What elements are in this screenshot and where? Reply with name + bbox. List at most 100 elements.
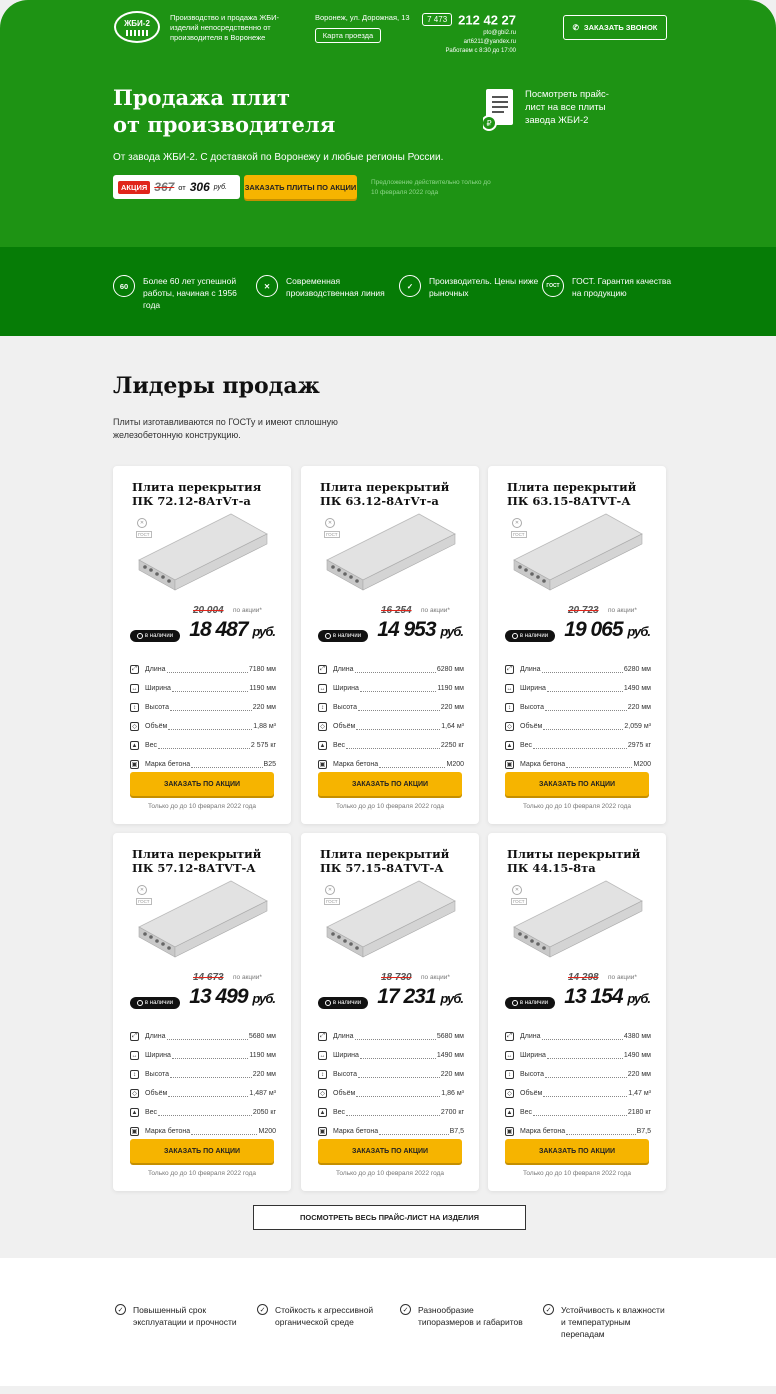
- check-circle-icon: ✓: [543, 1304, 554, 1315]
- spec-leader: [543, 724, 624, 730]
- spec-row-volume: ◇ Объём 1,86 м³: [318, 1089, 464, 1098]
- width-icon: ↔: [318, 1051, 327, 1060]
- promo-deadline-note: Только до до 10 февраля 2022 года: [522, 1170, 632, 1177]
- spec-row-height: ↕ Высота 220 мм: [505, 703, 651, 712]
- feature-text: ГОСТ. Гарантия качества на продукцию: [572, 276, 672, 298]
- product-card: Плита перекрытий ПК 63.15-8АТVТ-А ✕ ГОСТ…: [488, 466, 666, 824]
- spec-label: Марка бетона: [333, 761, 379, 768]
- order-promo-button[interactable]: ЗАКАЗАТЬ ПО АКЦИИ: [130, 772, 274, 796]
- benefit-text: Повышенный срок эксплуатации и прочности: [133, 1305, 237, 1327]
- concrete-mixer-icon: ▣: [130, 1127, 139, 1136]
- order-promo-button[interactable]: ЗАКАЗАТЬ ПО АКЦИИ: [318, 1139, 462, 1163]
- spec-label: Ширина: [333, 1052, 359, 1059]
- spec-leader: [168, 724, 253, 730]
- order-promo-button[interactable]: ЗАКАЗАТЬ ПО АКЦИИ: [130, 1139, 274, 1163]
- promo-deadline-note: Только до до 10 февраля 2022 года: [335, 803, 445, 810]
- height-icon: ↕: [505, 703, 514, 712]
- request-call-button[interactable]: ✆ ЗАКАЗАТЬ ЗВОНОК: [563, 15, 667, 40]
- order-promo-button[interactable]: ЗАКАЗАТЬ ПО АКЦИИ: [505, 772, 649, 796]
- spec-value: 220 мм: [440, 1071, 464, 1078]
- spec-label: Ширина: [145, 685, 171, 692]
- weight-icon: ▲: [318, 1108, 327, 1117]
- spec-row-concrete: ▣ Марка бетона М200: [130, 1127, 276, 1136]
- feature-text: Производитель. Цены ниже рыночных: [429, 276, 539, 298]
- weight-icon: ▲: [130, 1108, 139, 1117]
- spec-leader: [541, 1034, 623, 1040]
- height-icon: ↕: [130, 1070, 139, 1079]
- map-button[interactable]: Карта проезда: [315, 28, 381, 43]
- weight-icon: ▲: [505, 741, 514, 750]
- promo-deadline-note: Только до до 10 февраля 2022 года: [147, 1170, 257, 1177]
- phone-number[interactable]: 212 42 27: [458, 12, 516, 27]
- product-name[interactable]: Плита перекрытий ПК 63.15-8АТVТ-А: [507, 480, 657, 508]
- spec-row-volume: ◇ Объём 2,059 м³: [505, 722, 651, 731]
- length-icon: ⤢: [505, 1032, 514, 1041]
- concrete-mixer-icon: ▣: [505, 1127, 514, 1136]
- promo-badge: АКЦИЯ: [118, 180, 151, 194]
- spec-label: Высота: [333, 1071, 358, 1078]
- email-secondary[interactable]: art6211@yandex.ru: [410, 38, 516, 47]
- company-logo[interactable]: ЖБИ-2: [114, 11, 160, 43]
- spec-row-width: ↔ Ширина 1190 мм: [318, 684, 464, 693]
- contact-block: 7 473 212 42 27 pto@gbi2.ru art6211@yande…: [410, 11, 516, 56]
- promo-label: по акции*: [421, 974, 450, 981]
- spec-value: 2 575 кг: [250, 742, 276, 749]
- spec-row-length: ⤢ Длина 6280 мм: [318, 665, 464, 674]
- gost-stamp-icon: ✕: [325, 885, 335, 895]
- feature-text: Современная производственная линия: [286, 276, 385, 298]
- promo-old-price: 367: [154, 180, 175, 194]
- spec-leader: [168, 1091, 249, 1097]
- view-all-prices-button[interactable]: ПОСМОТРЕТЬ ВЕСЬ ПРАЙС-ЛИСТ НА ИЗДЕЛИЯ: [253, 1205, 526, 1230]
- spec-value: 2700 кг: [440, 1109, 464, 1116]
- spec-row-height: ↕ Высота 220 мм: [318, 703, 464, 712]
- price-list-document-icon[interactable]: ₽: [483, 88, 517, 132]
- product-name[interactable]: Плита перекрытия ПК 72.12-8АтVт-а: [132, 480, 282, 508]
- check-circle-icon: ✓: [257, 1304, 268, 1315]
- order-promo-button[interactable]: ЗАКАЗАТЬ ПО АКЦИИ: [318, 772, 462, 796]
- weight-icon: ▲: [318, 741, 327, 750]
- spec-label: Вес: [520, 742, 533, 749]
- spec-row-length: ⤢ Длина 6280 мм: [505, 665, 651, 674]
- spec-label: Объём: [520, 723, 543, 730]
- spec-label: Высота: [520, 704, 545, 711]
- cube-icon: ◇: [130, 1089, 139, 1098]
- spec-value: 2250 кг: [440, 742, 464, 749]
- spec-label: Объём: [145, 1090, 168, 1097]
- spec-value: 4380 мм: [623, 1033, 651, 1040]
- product-card: Плита перекрытий ПК 63.12-8АтVт-а ✕ ГОСТ…: [301, 466, 479, 824]
- spec-label: Ширина: [520, 685, 546, 692]
- in-stock-label: в наличии: [332, 633, 362, 639]
- product-name[interactable]: Плита перекрытий ПК 57.15-8АТVТ-А: [320, 847, 470, 875]
- product-name[interactable]: Плиты перекрытий ПК 44.15-8та: [507, 847, 657, 875]
- feature-item: 60 Более 60 лет успешной работы, начиная…: [113, 275, 253, 311]
- spec-leader: [546, 1053, 623, 1059]
- product-name[interactable]: Плита перекрытий ПК 63.12-8АтVт-а: [320, 480, 470, 508]
- spec-row-weight: ▲ Вес 2975 кг: [505, 741, 651, 750]
- promo-deadline-note: Только до до 10 февраля 2022 года: [147, 803, 257, 810]
- price-value: 18 487: [189, 618, 248, 641]
- promo-label: по акции*: [608, 607, 637, 614]
- order-promo-button[interactable]: ЗАКАЗАТЬ ПО АКЦИИ: [505, 1139, 649, 1163]
- spec-label: Вес: [333, 742, 346, 749]
- price-currency: руб.: [252, 624, 276, 639]
- weight-icon: ▲: [505, 1108, 514, 1117]
- price-list-link[interactable]: Посмотреть прайс-лист на все плиты завод…: [525, 88, 615, 127]
- spec-row-height: ↕ Высота 220 мм: [318, 1070, 464, 1079]
- order-slabs-button[interactable]: ЗАКАЗАТЬ ПЛИТЫ ПО АКЦИИ: [244, 175, 357, 199]
- email-primary[interactable]: pto@gbi2.ru: [410, 29, 516, 38]
- spec-label: Высота: [145, 704, 170, 711]
- gost-label: ГОСТ: [136, 898, 152, 905]
- spec-leader: [191, 1129, 258, 1135]
- height-icon: ↕: [505, 1070, 514, 1079]
- spec-row-volume: ◇ Объём 1,64 м³: [318, 722, 464, 731]
- spec-label: Ширина: [145, 1052, 171, 1059]
- cube-icon: ◇: [505, 1089, 514, 1098]
- promo-deadline-note: Только до до 10 февраля 2022 года: [335, 1170, 445, 1177]
- spec-row-concrete: ▣ Марка бетона В7,5: [505, 1127, 651, 1136]
- promo-label: по акции*: [233, 607, 262, 614]
- product-card: Плита перекрытий ПК 57.15-8АТVТ-А ✕ ГОСТ…: [301, 833, 479, 1191]
- product-name[interactable]: Плита перекрытий ПК 57.12-8АТVТ-А: [132, 847, 282, 875]
- spec-value: 7180 мм: [248, 666, 276, 673]
- spec-value: 220 мм: [440, 704, 464, 711]
- spec-row-weight: ▲ Вес 2180 кг: [505, 1108, 651, 1117]
